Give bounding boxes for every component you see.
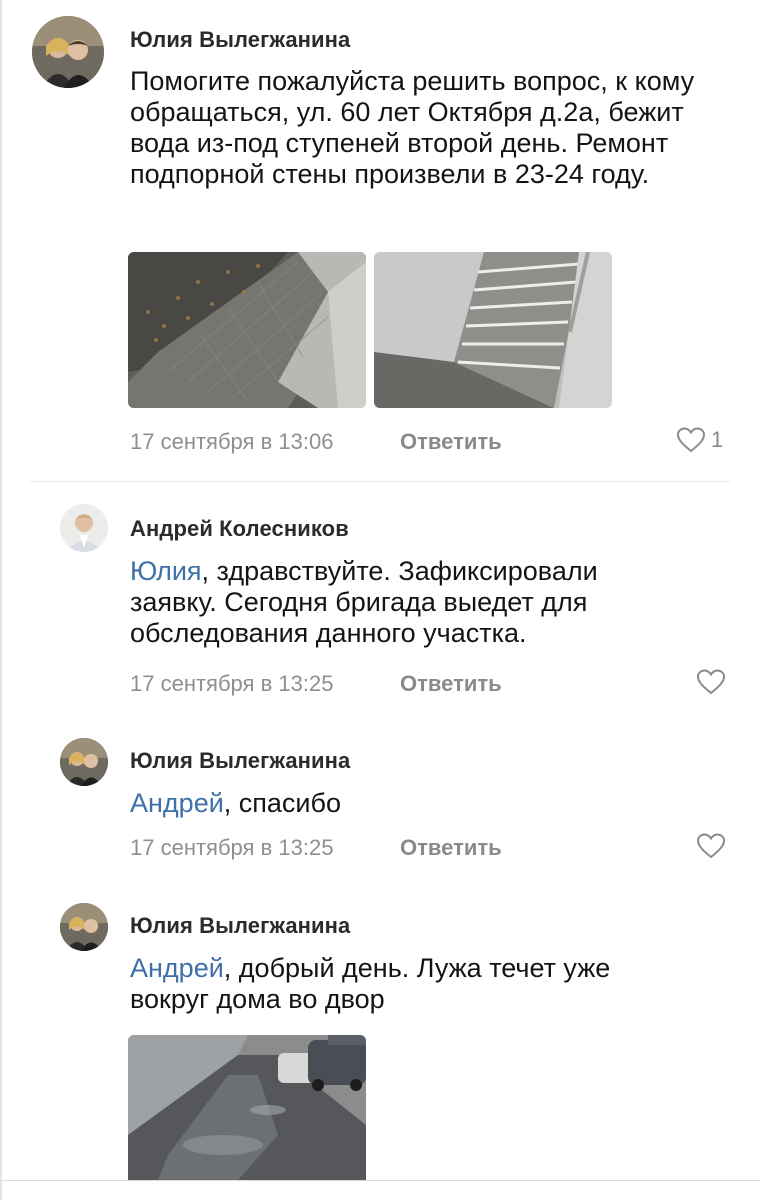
bottom-divider: [0, 1180, 760, 1181]
comment-text: Помогите пожалуйста решить вопрос, к ком…: [130, 66, 695, 189]
heart-outline-icon: [676, 427, 706, 453]
comment-author[interactable]: Юлия Вылегжанина: [130, 913, 350, 939]
heart-outline-icon: [696, 669, 726, 695]
street-tiles-photo[interactable]: [128, 252, 366, 408]
like-count: 1: [711, 427, 724, 452]
reply-button[interactable]: Ответить: [400, 429, 502, 455]
comment-2: Андрей Колесников Юлия, здравствуйте. За…: [0, 480, 760, 720]
heart-outline-icon: [696, 833, 726, 859]
avatar[interactable]: [32, 16, 104, 88]
avatar[interactable]: [60, 903, 108, 951]
avatar-man-image: [60, 504, 108, 552]
comment-time: 17 сентября в 13:06: [130, 429, 334, 454]
avatar[interactable]: [60, 504, 108, 552]
comment-1: Юлия Вылегжанина Помогите пожалуйста реш…: [0, 0, 760, 480]
like-button[interactable]: [695, 668, 727, 696]
avatar-couple-image: [32, 16, 104, 88]
comment-text: Андрей, спасибо: [130, 788, 690, 819]
comment-3: Юлия Вылегжанина Андрей, спасибо 17 сент…: [0, 720, 760, 885]
stairs-photo[interactable]: [374, 252, 612, 408]
like-button[interactable]: [695, 832, 727, 860]
comment-4: Юлия Вылегжанина Андрей, добрый день. Лу…: [0, 885, 760, 1200]
avatar[interactable]: [60, 738, 108, 786]
mention-link[interactable]: Андрей: [130, 788, 224, 818]
comment-time: 17 сентября в 13:25: [130, 835, 334, 860]
stairs-image: [374, 252, 612, 408]
mention-link[interactable]: Андрей: [130, 953, 224, 983]
puddle-yard-image: [128, 1035, 366, 1180]
street-tiles-image: [128, 252, 366, 408]
comment-author[interactable]: Андрей Колесников: [130, 516, 349, 542]
comment-time: 17 сентября в 13:25: [130, 671, 334, 696]
comment-text: Андрей, добрый день. Лужа течет уже вокр…: [130, 953, 690, 1015]
reply-button[interactable]: Ответить: [400, 835, 502, 861]
avatar-couple-image: [60, 738, 108, 786]
avatar-couple-image: [60, 903, 108, 951]
reply-button[interactable]: Ответить: [400, 671, 502, 697]
comment-body: , спасибо: [223, 788, 341, 818]
comment-text: Юлия, здравствуйте. Зафиксировали заявку…: [130, 556, 690, 649]
comment-author[interactable]: Юлия Вылегжанина: [130, 748, 350, 774]
like-button[interactable]: 1: [675, 426, 723, 454]
comment-author[interactable]: Юлия Вылегжанина: [130, 27, 350, 53]
mention-link[interactable]: Юлия: [130, 556, 202, 586]
puddle-yard-photo[interactable]: [128, 1035, 366, 1180]
